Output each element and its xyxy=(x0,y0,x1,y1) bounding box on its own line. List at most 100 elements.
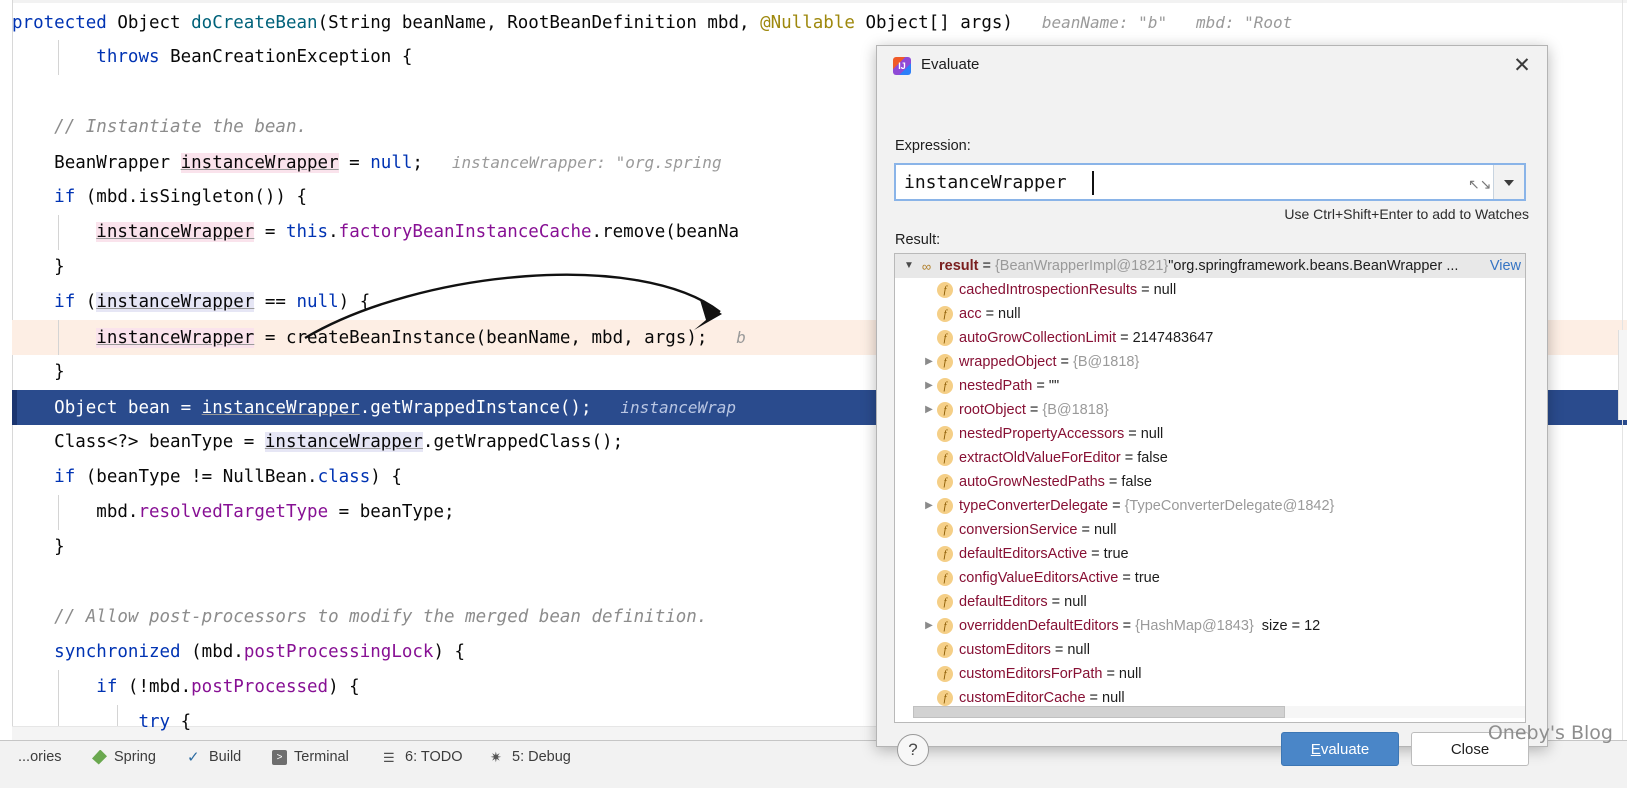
code-line-text: protected Object doCreateBean(String bea… xyxy=(12,5,1627,41)
chevron-down-icon[interactable] xyxy=(1493,165,1524,199)
expression-input[interactable]: instanceWrapper ↖↘ xyxy=(894,163,1526,201)
tree-node-equals: = xyxy=(1108,474,1118,490)
toolwindow-repositories[interactable]: ...ories xyxy=(18,749,62,765)
tree-row[interactable]: f autoGrowCollectionLimit = 2147483647 xyxy=(895,326,1525,350)
code-token: // Allow post-processors to modify the m… xyxy=(54,607,708,627)
code-token: Object xyxy=(117,13,192,33)
tree-node-value: "" xyxy=(1048,378,1060,394)
toolwindow-spring[interactable]: Spring xyxy=(92,749,156,765)
tree-horizontal-scrollbar[interactable] xyxy=(913,706,1525,718)
scrollbar-thumb[interactable] xyxy=(913,706,1285,718)
tree-row[interactable]: ▶ f rootObject = {B@1818} xyxy=(895,398,1525,422)
code-token: doCreateBean xyxy=(191,13,318,33)
code-token: postProcessingLock xyxy=(243,642,434,662)
toolwindow-label: Spring xyxy=(114,749,156,765)
code-line[interactable]: protected Object doCreateBean(String bea… xyxy=(12,5,1627,40)
code-token: } xyxy=(54,257,65,277)
expand-icon[interactable]: ↖↘ xyxy=(1468,176,1491,192)
editor-top-border xyxy=(0,0,1627,3)
tree-node-value: null xyxy=(1140,426,1164,442)
tree-row[interactable]: f autoGrowNestedPaths = false xyxy=(895,470,1525,494)
tree-row-result[interactable]: ▼ ∞ result = {BeanWrapperImpl@1821} "org.spr… xyxy=(895,254,1525,278)
tree-node-equals: = xyxy=(1060,354,1069,370)
toolwindow-debug[interactable]: ✷ 5: Debug xyxy=(490,749,571,765)
tree-node-equals: = xyxy=(1081,522,1090,538)
tree-row[interactable]: f cachedIntrospectionResults = null xyxy=(895,278,1525,302)
field-icon: f xyxy=(937,570,953,586)
close-icon[interactable]: ✕ xyxy=(1509,54,1535,78)
tree-node-name: autoGrowCollectionLimit xyxy=(959,330,1117,346)
tree-node-value: null xyxy=(1093,522,1117,538)
tree-node-equals: = xyxy=(1112,498,1121,514)
evaluate-dialog[interactable]: Evaluate ✕ Expression: instanceWrapper ↖… xyxy=(876,45,1548,766)
code-token: ) { xyxy=(338,292,371,312)
code-token: instanceWrapper xyxy=(96,292,255,312)
code-token: instanceWrapper: "org.spring xyxy=(422,153,722,172)
tree-node-equals: = xyxy=(985,306,995,322)
field-icon: f xyxy=(937,594,953,610)
dialog-titlebar[interactable]: Evaluate ✕ xyxy=(877,46,1547,86)
code-token: . xyxy=(328,222,339,242)
tree-node-equals: = xyxy=(1029,402,1039,418)
code-token: // Instantiate the bean. xyxy=(54,117,308,137)
field-icon: f xyxy=(937,522,953,538)
tree-row[interactable]: ▶ f wrappedObject = {B@1818} xyxy=(895,350,1525,374)
chevron-right-icon[interactable]: ▶ xyxy=(921,398,937,422)
toolwindow-todo[interactable]: ☰ 6: TODO xyxy=(383,749,462,765)
tree-row[interactable]: ▶ f nestedPath = "" xyxy=(895,374,1525,398)
chevron-right-icon[interactable]: ▶ xyxy=(921,614,937,638)
tree-row[interactable]: f conversionService = null xyxy=(895,518,1525,542)
debug-icon: ✷ xyxy=(490,748,502,765)
code-token: BeanCreationException { xyxy=(170,47,413,67)
code-token: Object[] args) xyxy=(865,13,1013,33)
tree-row[interactable]: f customEditors = null xyxy=(895,638,1525,662)
tree-row[interactable]: f nestedPropertyAccessors = null xyxy=(895,422,1525,446)
tree-node-name: conversionService xyxy=(959,522,1078,538)
toolwindow-terminal[interactable]: > Terminal xyxy=(272,749,349,765)
code-token: ) { xyxy=(433,642,466,662)
field-icon: f xyxy=(937,498,953,514)
expression-value: instanceWrapper xyxy=(904,172,1067,193)
tree-row[interactable]: f customEditorsForPath = null xyxy=(895,662,1525,686)
tree-row[interactable]: ▶ f typeConverterDelegate = {TypeConverterDe… xyxy=(895,494,1525,518)
tree-node-name: customEditors xyxy=(959,642,1051,658)
tree-node-name: customEditorsForPath xyxy=(959,666,1103,682)
code-token: = xyxy=(254,222,286,242)
tree-node-name: overriddenDefaultEditors xyxy=(959,618,1119,634)
result-tree[interactable]: ▼ ∞ result = {BeanWrapperImpl@1821} "org.spr… xyxy=(894,253,1526,723)
tree-row[interactable]: f defaultEditorsActive = true xyxy=(895,542,1525,566)
chevron-right-icon[interactable]: ▶ xyxy=(921,494,937,518)
code-token: ( xyxy=(85,292,97,312)
code-token: ) { xyxy=(328,677,360,697)
tree-node-type: {B@1818} xyxy=(1042,402,1109,418)
tree-node-equals: = xyxy=(1054,642,1064,658)
chevron-down-icon[interactable]: ▼ xyxy=(901,254,917,278)
chevron-right-icon[interactable]: ▶ xyxy=(921,350,937,374)
code-token: = createBeanInstance(beanName, mbd, args… xyxy=(254,328,708,348)
tree-node-equals: = xyxy=(1122,570,1131,586)
code-token: BeanWrapper xyxy=(54,153,181,173)
tree-node-type: {HashMap@1843} xyxy=(1135,618,1254,634)
tree-node-value: false xyxy=(1121,474,1152,490)
tree-row[interactable]: f defaultEditors = null xyxy=(895,590,1525,614)
code-token: Object bean = xyxy=(54,398,202,418)
tree-row[interactable]: f extractOldValueForEditor = false xyxy=(895,446,1525,470)
help-button[interactable]: ? xyxy=(897,734,929,766)
toolwindow-label: ...ories xyxy=(18,749,62,765)
toolwindow-build[interactable]: ✓ Build xyxy=(187,749,241,765)
tree-node-equals: = xyxy=(1120,330,1129,346)
code-token: .getWrappedInstance(); xyxy=(359,398,592,418)
tree-row[interactable]: f configValueEditorsActive = true xyxy=(895,566,1525,590)
evaluate-button[interactable]: Evaluate xyxy=(1281,732,1399,766)
chevron-right-icon[interactable]: ▶ xyxy=(921,374,937,398)
code-token: class xyxy=(317,467,371,487)
tree-row[interactable]: ▶ f overriddenDefaultEditors = {HashMap@1843… xyxy=(895,614,1525,638)
tree-row[interactable]: f acc = null xyxy=(895,302,1525,326)
code-token: factoryBeanInstanceCache xyxy=(338,222,592,242)
view-link[interactable]: View xyxy=(1490,254,1521,278)
